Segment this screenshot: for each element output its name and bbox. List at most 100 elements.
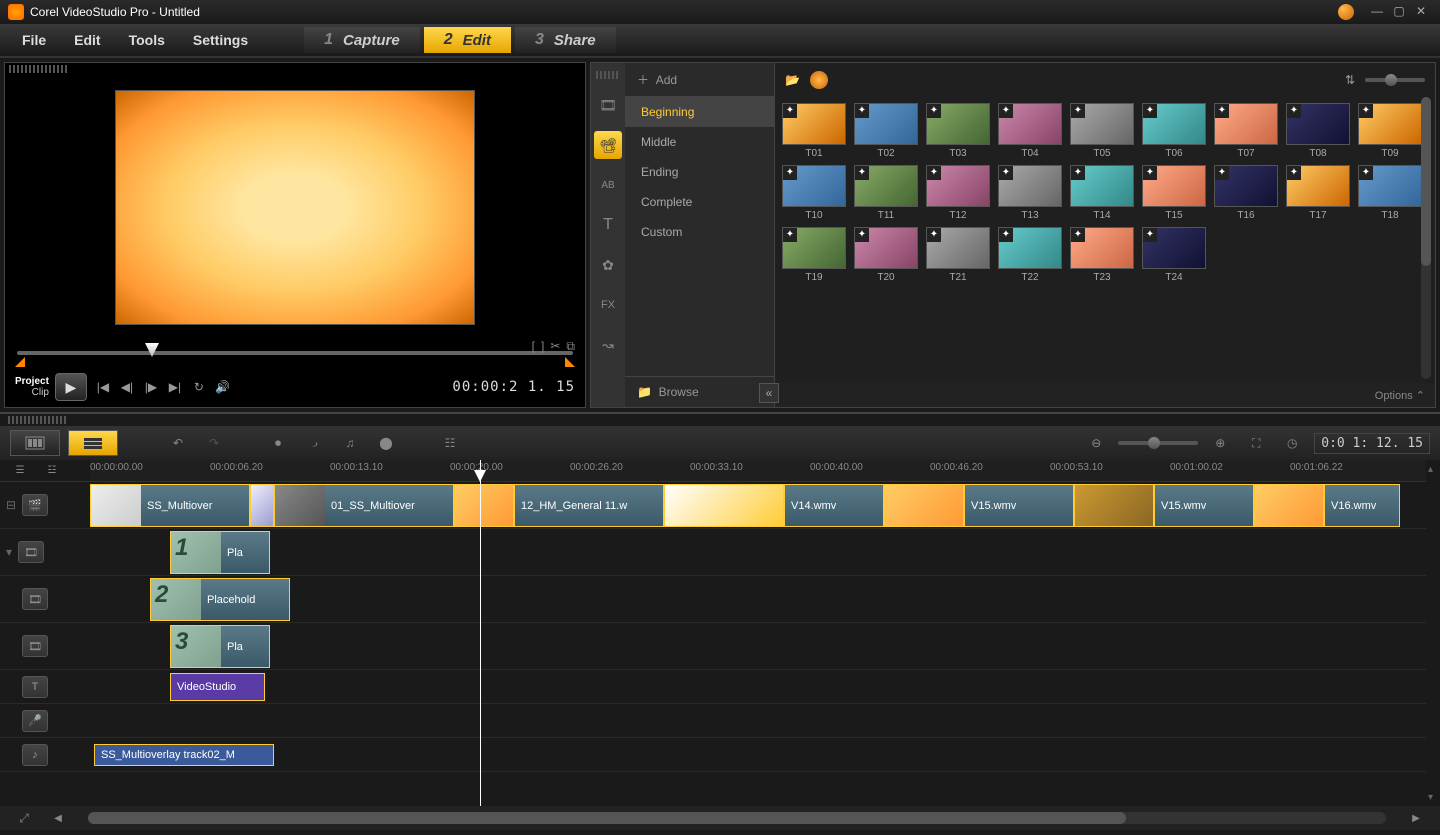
thumb-t05[interactable]: ✦T05 [1069, 103, 1135, 159]
undo-icon[interactable]: ↶ [164, 431, 192, 455]
thumbnail-size-slider[interactable] [1365, 78, 1425, 82]
music-track[interactable]: SS_Multioverlay track02_M [90, 738, 1426, 772]
resize-panel-icon[interactable]: ⤢ [10, 806, 38, 830]
cat-beginning[interactable]: Beginning [625, 97, 774, 127]
thumb-t16[interactable]: ✦T16 [1213, 165, 1279, 221]
play-button[interactable]: ▶ [55, 373, 87, 401]
thumb-t11[interactable]: ✦T11 [853, 165, 919, 221]
video-track[interactable]: SS_Multiover 01_SS_Multiover 12_HM_Gener… [90, 482, 1426, 529]
mark-in-button[interactable]: [ [532, 339, 535, 354]
timeline-vscroll[interactable]: ▴ ▾ [1426, 460, 1440, 806]
film-reel-icon[interactable] [810, 71, 828, 89]
thumb-t13[interactable]: ✦T13 [997, 165, 1063, 221]
zoom-slider[interactable] [1118, 441, 1198, 445]
cat-custom[interactable]: Custom [625, 217, 774, 247]
graphic-tab-icon[interactable]: ✿ [594, 251, 622, 279]
prev-frame-icon[interactable]: ◀| [115, 375, 139, 399]
zoom-in-icon[interactable]: ⊕ [1206, 431, 1234, 455]
folder-open-icon[interactable]: 📂 [785, 73, 800, 87]
transition-tab-icon[interactable]: AB [594, 171, 622, 199]
overlay2-track[interactable]: 2Placehold [90, 576, 1426, 623]
voice-track[interactable] [90, 704, 1426, 738]
thumb-t18[interactable]: ✦T18 [1357, 165, 1423, 221]
chapter-icon[interactable]: ☷ [436, 431, 464, 455]
music-track-icon[interactable]: ♪ [22, 744, 48, 766]
title-tab-icon[interactable]: T [594, 211, 622, 239]
sort-icon[interactable]: ⇅ [1345, 73, 1355, 87]
record-icon[interactable]: ⏺ [264, 431, 292, 455]
mark-out-button[interactable]: ] [541, 339, 544, 354]
thumb-t02[interactable]: ✦T02 [853, 103, 919, 159]
cat-complete[interactable]: Complete [625, 187, 774, 217]
fit-timeline-icon[interactable]: ⛶ [1242, 431, 1270, 455]
title-track-icon[interactable]: T [22, 676, 48, 698]
help-orb-icon[interactable] [1338, 4, 1354, 20]
timeline-ruler[interactable]: 00:00:00.0000:00:06.2000:00:13.1000:00:2… [90, 460, 1426, 482]
thumb-t08[interactable]: ✦T08 [1285, 103, 1351, 159]
snapshot-icon[interactable]: ⧉ [566, 339, 575, 354]
go-end-icon[interactable]: ▶| [163, 375, 187, 399]
thumb-t03[interactable]: ✦T03 [925, 103, 991, 159]
overlay1-track[interactable]: 1Pla [90, 529, 1426, 576]
mark-in-icon[interactable] [15, 357, 25, 367]
collapse-icon[interactable]: ▾ [6, 545, 12, 559]
redo-icon[interactable]: ↷ [200, 431, 228, 455]
preview-timecode[interactable]: 00:00:2 1. 15 [452, 379, 575, 395]
thumb-t24[interactable]: ✦T24 [1141, 227, 1207, 283]
thumb-t15[interactable]: ✦T15 [1141, 165, 1207, 221]
scroll-left-icon[interactable]: ◀ [44, 806, 72, 830]
voice-track-icon[interactable]: 🎤 [22, 710, 48, 732]
audio-mixer-icon[interactable]: ᎕ [300, 431, 328, 455]
playhead[interactable] [480, 460, 481, 806]
overlay1-track-icon[interactable]: 🎞 [18, 541, 44, 563]
scroll-right-icon[interactable]: ▶ [1402, 806, 1430, 830]
thumb-t09[interactable]: ✦T09 [1357, 103, 1423, 159]
thumb-t10[interactable]: ✦T10 [781, 165, 847, 221]
menu-file[interactable]: File [8, 32, 60, 48]
thumb-t23[interactable]: ✦T23 [1069, 227, 1135, 283]
add-category-button[interactable]: ＋ Add [625, 63, 774, 97]
volume-icon[interactable]: 🔊 [211, 375, 235, 399]
media-tab-icon[interactable]: 🎞 [594, 91, 622, 119]
title-track[interactable]: VideoStudio [90, 670, 1426, 704]
timeline-hscroll[interactable] [88, 812, 1386, 824]
cut-icon[interactable]: ✂ [550, 339, 560, 354]
step-share[interactable]: 3Share [515, 27, 616, 53]
scrubber[interactable]: [ ] ✂ ⧉ [17, 343, 573, 363]
browse-button[interactable]: 📁 Browse [625, 376, 774, 407]
close-button[interactable]: ✕ [1410, 4, 1432, 20]
step-edit[interactable]: 2Edit [424, 27, 511, 53]
thumb-t17[interactable]: ✦T17 [1285, 165, 1351, 221]
menu-tools[interactable]: Tools [115, 32, 179, 48]
timeline-timecode[interactable]: 0:0 1: 12. 15 [1314, 433, 1430, 454]
clock-icon[interactable]: ◷ [1278, 431, 1306, 455]
overlay3-track[interactable]: 3Pla [90, 623, 1426, 670]
timeline-mode-button[interactable] [68, 430, 118, 456]
fx-tab-icon[interactable]: FX [594, 291, 622, 319]
menu-edit[interactable]: Edit [60, 32, 114, 48]
options-toggle[interactable]: Options ⌃ [1375, 389, 1425, 402]
mark-out-icon[interactable] [565, 357, 575, 367]
go-start-icon[interactable]: |◀ [91, 375, 115, 399]
cat-middle[interactable]: Middle [625, 127, 774, 157]
scroll-down-icon[interactable]: ▾ [1428, 792, 1438, 802]
thumb-t01[interactable]: ✦T01 [781, 103, 847, 159]
thumb-t22[interactable]: ✦T22 [997, 227, 1063, 283]
path-tab-icon[interactable]: ↝ [594, 331, 622, 359]
template-tab-icon[interactable]: 📽 [594, 131, 622, 159]
collapse-categories-icon[interactable]: « [759, 383, 779, 403]
panel-grip[interactable] [9, 65, 69, 73]
auto-music-icon[interactable]: ♫ [336, 431, 364, 455]
track-motion-icon[interactable]: ⬤ [372, 431, 400, 455]
timeline-grip[interactable] [8, 416, 68, 424]
timeline-tracks[interactable]: 00:00:00.0000:00:06.2000:00:13.1000:00:2… [90, 460, 1426, 806]
toggle-view-icon[interactable]: ☰ [6, 460, 34, 483]
repeat-icon[interactable]: ↻ [187, 375, 211, 399]
thumb-t21[interactable]: ✦T21 [925, 227, 991, 283]
list-icon[interactable]: ☳ [38, 460, 66, 483]
minimize-button[interactable]: — [1366, 4, 1388, 20]
storyboard-mode-button[interactable] [10, 430, 60, 456]
library-scrollbar[interactable] [1421, 97, 1431, 379]
preview-mode-label[interactable]: Project Clip [15, 376, 49, 398]
menu-settings[interactable]: Settings [179, 32, 262, 48]
